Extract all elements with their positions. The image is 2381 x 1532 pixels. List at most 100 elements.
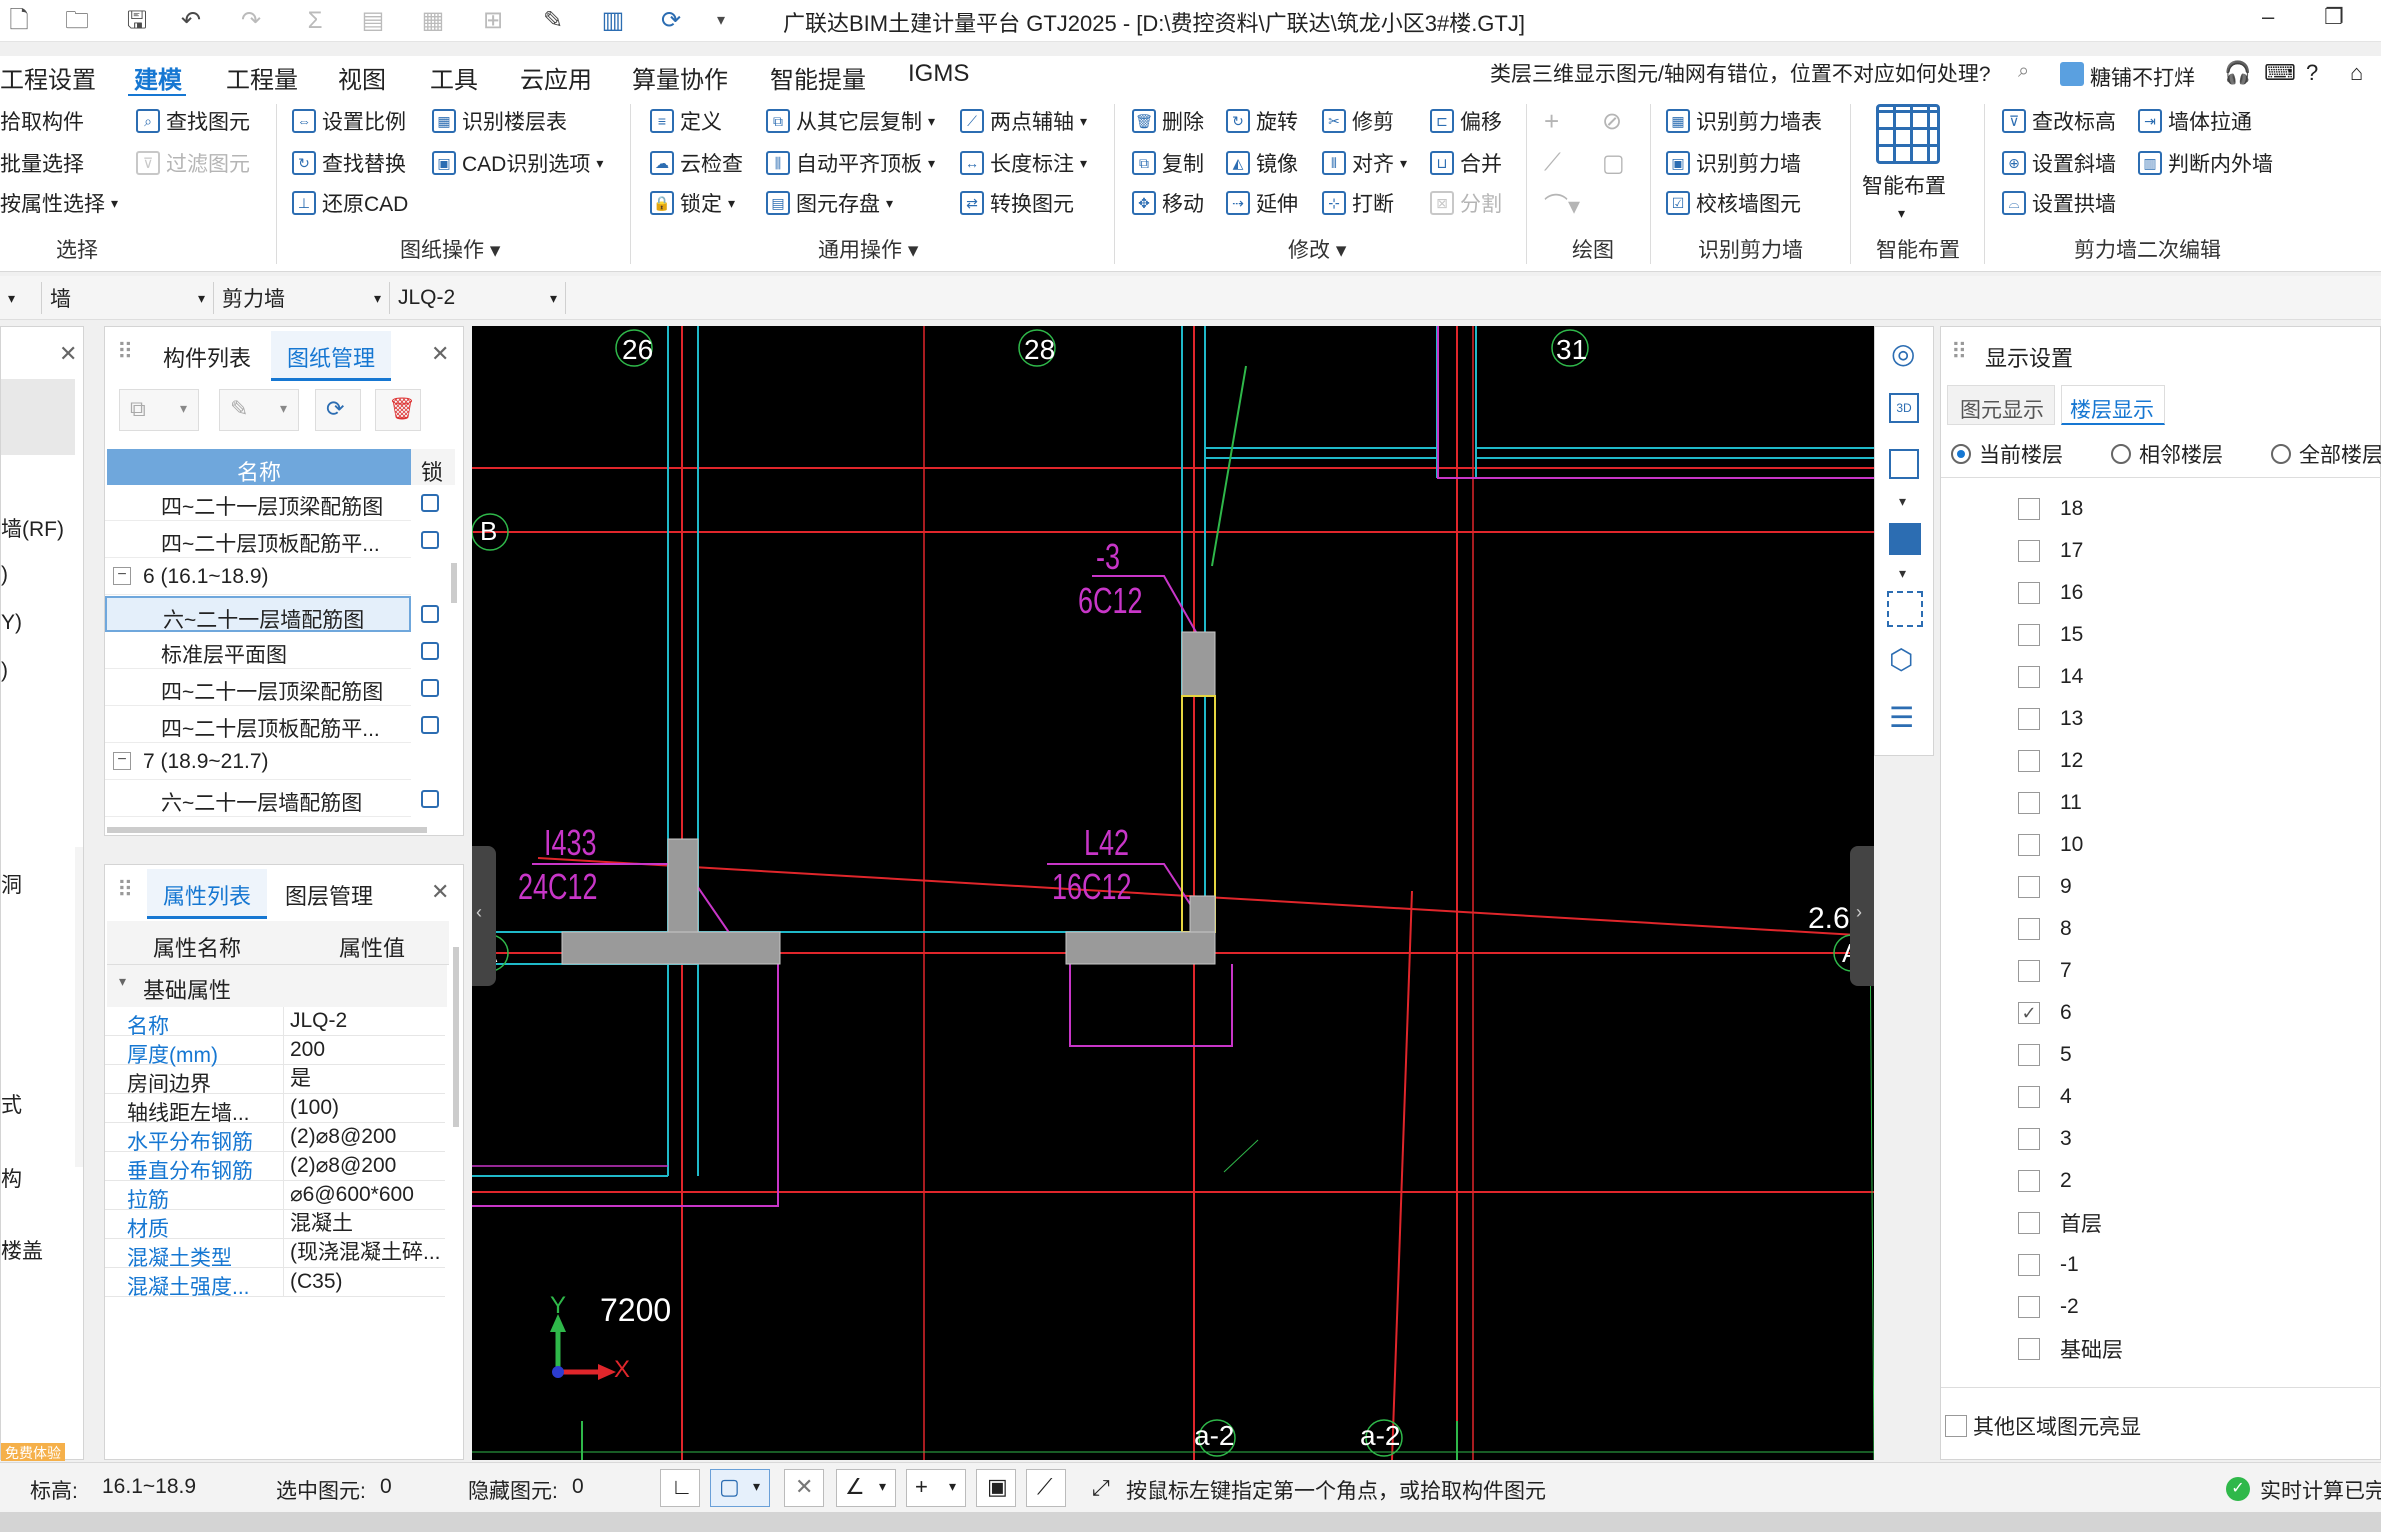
drawing-row[interactable]: 六~二十一层墙配筋图 [105,781,411,817]
floor-checkbox-row[interactable]: 10 [2018,830,2083,860]
headset-icon[interactable]: 🎧 [2224,60,2251,86]
property-row[interactable]: 水平分布钢筋 (2)⌀8@200 [105,1123,445,1154]
delete-drawing-button[interactable]: 🗑 [375,389,421,431]
snap-mode-button[interactable]: ▢ ▾ [710,1469,770,1507]
component-name-dropdown[interactable]: JLQ-2 ▾ [390,282,566,314]
menu-igms[interactable]: IGMS [908,60,969,88]
help-icon[interactable]: ? [2306,60,2318,86]
drawing-group-row[interactable]: −7 (18.9~21.7) [105,744,411,780]
close-icon[interactable]: ✕ [431,879,449,905]
floor-checkbox-row[interactable]: 3 [2018,1124,2072,1154]
menu-tools[interactable]: 工具 [430,60,478,95]
judge-inner-outer-button[interactable]: ▥ 判断内外墙 [2138,148,2273,178]
wall-stretch-button[interactable]: ⇥ 墙体拉通 [2138,106,2252,136]
property-row[interactable]: 材质 混凝土 [105,1210,445,1241]
wall-body[interactable] [561,931,781,965]
identify-wall-table-button[interactable]: ▦ 识别剪力墙表 [1666,106,1822,136]
scrollbar[interactable] [75,847,83,1167]
property-value-field[interactable]: (C35) [283,1268,443,1296]
chevron-down-icon[interactable]: ▾ [1899,493,1906,510]
floor-checkbox-row[interactable]: 7 [2018,956,2072,986]
radio-adjacent-floor[interactable]: 相邻楼层 [2111,439,2223,469]
merge-button[interactable]: ⊔ 合并 [1430,148,1502,178]
offset-button[interactable]: ⊏ 偏移 [1430,106,1502,136]
drawing-row[interactable]: 四~二十一层顶梁配筋图 [105,670,411,706]
user-name[interactable]: 糖铺不打烊 [2090,62,2195,92]
display-settings-icon[interactable]: ☰ [1889,701,1914,734]
group-modify[interactable]: 修改 ▾ [1288,234,1346,264]
drawing-row[interactable]: 四~二十层顶板配筋平... [105,707,411,743]
drag-handle-icon[interactable]: ⠿ [1951,339,1967,365]
property-value-field[interactable]: ⌀6@600*600 [283,1181,443,1209]
drawing-row[interactable]: 四~二十一层顶梁配筋图 [105,485,411,521]
new-file-icon[interactable]: 🗋 [4,6,34,36]
smart-layout-icon[interactable] [1876,104,1940,164]
open-folder-icon[interactable]: 🗀 [62,6,92,36]
nav-tree-item[interactable]: 墙(RF) [1,513,64,543]
avatar-icon[interactable] [2060,62,2084,86]
property-value-field[interactable]: (2)⌀8@200 [283,1152,443,1180]
property-row[interactable]: 名称 JLQ-2 [105,1007,445,1038]
align-button[interactable]: ⫴ 对齐 ▾ [1322,148,1407,178]
wall-body[interactable] [667,838,699,933]
radio-all-floors[interactable]: 全部楼层 [2271,439,2381,469]
menu-smart-extract[interactable]: 智能提量 [770,60,866,95]
dynamic-input-button[interactable]: ▣ [976,1469,1016,1507]
refresh-drawing-button[interactable]: ⟳ [315,389,361,431]
grid-icon[interactable]: ▦ [418,6,448,36]
lock-icon[interactable] [421,790,439,808]
angle-button[interactable]: ∠ ▾ [836,1469,896,1507]
point-draw-icon[interactable]: + [1544,106,1559,136]
property-row[interactable]: 轴线距左墙... (100) [105,1094,445,1125]
floor-checkbox-row[interactable]: 18 [2018,494,2083,524]
property-row[interactable]: 房间边界是 [105,1065,445,1096]
collapse-left-panel-button[interactable]: ‹ [472,846,496,986]
restore-cad-button[interactable]: ⊥ 还原CAD [292,188,408,218]
mirror-button[interactable]: ◭ 镜像 [1226,148,1298,178]
copy-from-floor-button[interactable]: ⧉ 从其它层复制 ▾ [766,106,935,136]
wall-body[interactable] [1181,631,1216,697]
rotate-button[interactable]: ↻ 旋转 [1226,106,1298,136]
cad-options-button[interactable]: ▣ CAD识别选项 ▾ [432,148,603,178]
drawing-canvas[interactable]: 26 28 31 B A A a-2 a-2 I433 24C12 L42 16… [472,326,1874,1460]
menu-modeling[interactable]: 建模 [134,60,182,95]
horizontal-scrollbar[interactable] [107,827,427,833]
change-elevation-button[interactable]: ⊽ 查改标高 [2002,106,2116,136]
other-region-highlight-checkbox[interactable]: 其他区域图元亮显 [1945,1411,2141,1441]
nav-tree-selected-item[interactable] [1,379,75,455]
set-slope-wall-button[interactable]: ⊕ 设置斜墙 [2002,148,2116,178]
property-row[interactable]: 垂直分布钢筋 (2)⌀8@200 [105,1152,445,1183]
close-icon[interactable]: ✕ [59,341,77,367]
menu-quantity[interactable]: 工程量 [226,60,298,95]
nav-tree-item[interactable]: Y) [1,611,22,635]
floor-checkbox-row[interactable]: 9 [2018,872,2072,902]
nav-tree-item[interactable]: ) [1,659,8,683]
floor-checkbox-row[interactable]: 8 [2018,914,2072,944]
section-basic-properties[interactable]: ▾ 基础属性 [107,965,447,1007]
batch-select-button[interactable]: 批量选择 [0,148,84,178]
floor-checkbox-row[interactable]: 4 [2018,1082,2072,1112]
convert-element-button[interactable]: ⇄ 转换图元 [960,188,1074,218]
report-icon[interactable]: ▤ [358,6,388,36]
floor-checkbox-row[interactable]: -2 [2018,1292,2079,1322]
floor-checkbox-row[interactable]: ✓ 6 [2018,998,2072,1028]
floor-checkbox-row[interactable]: 2 [2018,1166,2072,1196]
split-button[interactable]: ⊠ 分割 [1430,188,1502,218]
redo-icon[interactable]: ↷ [236,6,266,36]
tab-property-list[interactable]: 属性列表 [147,869,267,919]
floor-checkbox-row[interactable]: 5 [2018,1040,2072,1070]
offset-input-button[interactable]: + ▾ [906,1469,966,1507]
auto-align-slab-button[interactable]: ⫼ 自动平齐顶板 ▾ [766,148,935,178]
property-row[interactable]: 拉筋 ⌀6@600*600 [105,1181,445,1212]
menu-cloud[interactable]: 云应用 [520,60,592,95]
column-header-name[interactable]: 名称 [107,449,411,485]
cloud-check-button[interactable]: ☁ 云检查 [650,148,743,178]
scrollbar[interactable] [451,563,457,603]
home-icon[interactable]: ⌂ [2350,60,2363,86]
radio-current-floor[interactable]: 当前楼层 [1951,439,2063,469]
view-cube-icon[interactable]: ⬡ [1889,643,1913,676]
nav-tree-item[interactable]: ) [1,563,8,587]
close-icon[interactable]: ✕ [431,341,449,367]
nav-tree-item[interactable]: 楼盖 [1,1235,43,1265]
property-row[interactable]: 混凝土类型 (现浇混凝土碎... [105,1239,445,1270]
